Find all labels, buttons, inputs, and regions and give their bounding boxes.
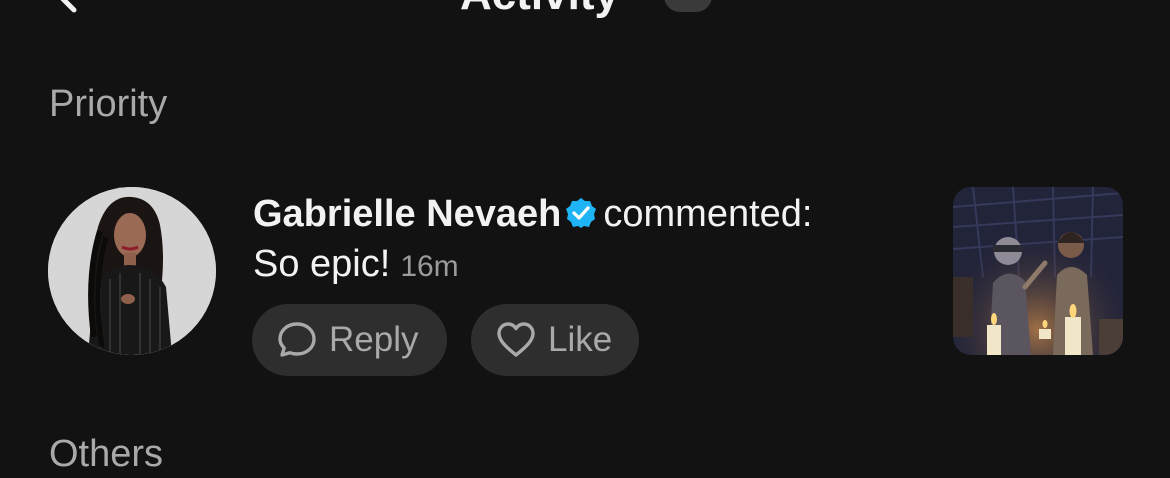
chevron-left-icon[interactable] [54,0,82,14]
action-text: commented: [603,193,813,235]
chevron-down-icon[interactable] [664,0,712,12]
like-label: Like [548,320,613,359]
like-button[interactable]: Like [471,304,639,376]
verified-badge-icon [566,198,597,228]
top-bar: Activity [0,0,1170,30]
speech-bubble-icon [278,322,316,357]
section-header-others: Others [49,433,164,475]
comment-text: So epic! [253,243,391,285]
timestamp: 16m [400,250,459,283]
section-header-priority: Priority [49,83,168,125]
post-thumbnail[interactable] [953,187,1123,355]
avatar[interactable] [48,187,216,355]
notification-text: Gabrielle Nevaeh commented: So epic! 16m [253,192,933,289]
heart-icon [497,322,535,357]
page-title: Activity [460,0,619,17]
reply-label: Reply [329,320,419,359]
username-link[interactable]: Gabrielle Nevaeh [253,193,561,235]
reply-button[interactable]: Reply [252,304,447,376]
